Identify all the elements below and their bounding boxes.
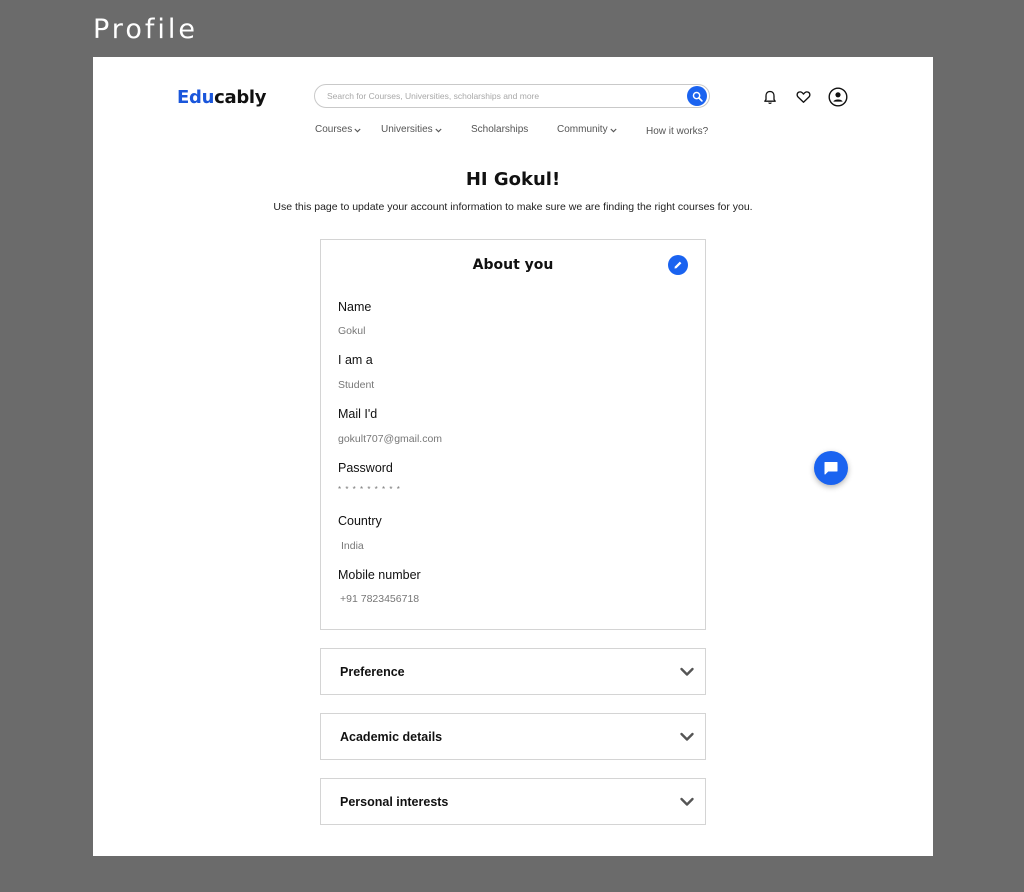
search-bar[interactable]: Search for Courses, Universities, schola… [314,84,710,108]
wishlist-button[interactable] [793,87,813,107]
mobile-value: +91 7823456718 [340,593,420,605]
nav-how-it-works[interactable]: How it works? [646,126,708,137]
preference-section[interactable]: Preference [320,648,706,695]
chat-icon [824,462,838,475]
personal-interests-section[interactable]: Personal interests [320,778,706,825]
about-you-card: About you Name Gokul I am a Student Mail… [320,239,706,630]
password-value: * * * * * * * * * [338,485,401,494]
academic-details-section[interactable]: Academic details [320,713,706,760]
nav-courses[interactable]: Courses [315,124,361,135]
nav-universities[interactable]: Universities [381,124,442,135]
edit-profile-button[interactable] [668,255,688,275]
page-title: HI Gokul! [465,169,561,190]
logo[interactable]: Educably [177,87,267,108]
page-subtitle: Use this page to update your account inf… [273,201,753,213]
chevron-down-icon [680,732,694,741]
role-value: Student [338,379,375,391]
personal-interests-title: Personal interests [340,795,449,809]
nav-community-label: Community [557,124,608,135]
nav-courses-label: Courses [315,124,353,135]
nav-scholarships[interactable]: Scholarships [471,124,528,135]
search-input[interactable]: Search for Courses, Universities, schola… [327,91,539,101]
chevron-down-icon [354,128,361,132]
chat-button[interactable] [814,451,848,485]
about-you-title: About you [472,257,554,273]
pencil-icon [674,261,682,269]
role-label: I am a [338,353,373,367]
mobile-label: Mobile number [338,568,421,582]
profile-page: Educably Search for Courses, Universitie… [93,57,933,856]
nav-scholarships-label: Scholarships [471,124,529,135]
search-icon [692,91,703,102]
account-button[interactable] [828,87,848,107]
nav-community[interactable]: Community [557,124,617,135]
notifications-button[interactable] [760,87,780,107]
email-label: Mail I'd [338,407,378,421]
frame-title: Profile [93,14,198,45]
user-icon [828,87,848,107]
chevron-down-icon [680,797,694,806]
preference-title: Preference [340,665,405,679]
academic-details-title: Academic details [340,730,443,744]
heart-icon [795,91,811,103]
chevron-down-icon [435,128,442,132]
chevron-down-icon [680,667,694,676]
nav-how-it-works-label: How it works? [646,126,709,137]
email-value: gokult707@gmail.com [338,433,443,445]
name-label: Name [338,300,372,314]
bell-icon [764,90,776,104]
password-label: Password [338,461,393,475]
name-value: Gokul [338,325,366,337]
nav-universities-label: Universities [381,124,433,135]
search-button[interactable] [687,86,707,106]
logo-rest: cably [214,87,267,108]
country-label: Country [338,514,382,528]
chevron-down-icon [609,128,617,132]
logo-accent: Edu [177,87,215,108]
country-value: India [341,540,364,552]
